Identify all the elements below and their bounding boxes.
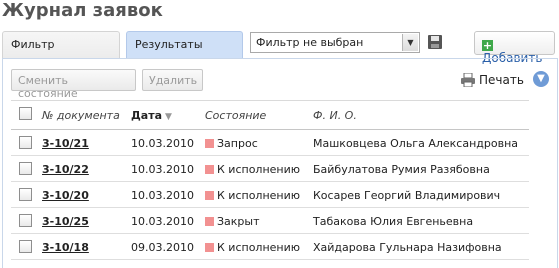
- date-cell: 09.03.2010: [131, 241, 194, 254]
- table-row: 3-10/20 10.03.2010 К исполнению Косарев …: [11, 182, 529, 208]
- filter-select-value: Фильтр не выбран: [256, 36, 364, 49]
- date-cell: 10.03.2010: [131, 163, 194, 176]
- status-square-icon: [205, 165, 214, 174]
- row-checkbox[interactable]: [19, 162, 32, 175]
- column-header-date[interactable]: Дата ▼: [131, 109, 172, 122]
- chevron-down-icon[interactable]: ▼: [402, 34, 418, 51]
- table-row: 3-10/22 10.03.2010 К исполнению Байбулат…: [11, 156, 529, 182]
- date-cell: 10.03.2010: [131, 189, 194, 202]
- print-button[interactable]: Печать: [460, 72, 524, 88]
- row-checkbox[interactable]: [19, 214, 32, 227]
- status-square-icon: [205, 243, 214, 252]
- state-label: Закрыт: [217, 215, 260, 228]
- column-header-doc[interactable]: № документа: [42, 109, 120, 122]
- status-square-icon: [205, 217, 214, 226]
- state-label: К исполнению: [217, 241, 301, 254]
- row-checkbox[interactable]: [19, 240, 32, 253]
- state-label: Запрос: [217, 137, 258, 150]
- select-all-checkbox[interactable]: [19, 107, 32, 120]
- state-cell: К исполнению: [205, 189, 300, 202]
- fio-cell: Байбулатова Румия Разябовна: [313, 163, 490, 176]
- change-state-button[interactable]: Сменить состояние: [11, 69, 136, 100]
- fio-cell: Машковцева Ольга Александровна: [313, 137, 518, 150]
- tab-results[interactable]: Результаты: [126, 31, 243, 58]
- state-cell: Закрыт: [205, 215, 260, 228]
- state-label: К исполнению: [217, 189, 301, 202]
- sort-desc-icon: ▼: [165, 112, 172, 122]
- table-row: 3-10/21 10.03.2010 Запрос Машковцева Оль…: [11, 130, 529, 156]
- document-link[interactable]: 3-10/22: [42, 163, 89, 176]
- fio-cell: Хайдарова Гульнара Назифовна: [313, 241, 502, 254]
- row-checkbox[interactable]: [19, 136, 32, 149]
- page-title: Журнал заявок: [2, 0, 163, 21]
- plus-icon: +: [482, 39, 493, 52]
- row-checkbox[interactable]: [19, 188, 32, 201]
- filter-select[interactable]: Фильтр не выбран ▼: [250, 32, 420, 53]
- document-link[interactable]: 3-10/25: [42, 215, 89, 228]
- print-label: Печать: [479, 73, 524, 87]
- floppy-disk-icon[interactable]: [427, 34, 443, 50]
- column-header-state[interactable]: Состояние: [205, 109, 266, 122]
- table-row: 3-10/18 09.03.2010 К исполнению Хайдаров…: [11, 234, 529, 260]
- results-table: № документа Дата ▼ Состояние Ф. И. О. 3-1…: [11, 100, 529, 260]
- state-cell: К исполнению: [205, 241, 300, 254]
- column-header-date-label: Дата: [131, 109, 163, 122]
- tab-filter[interactable]: Фильтр: [2, 31, 120, 58]
- add-button[interactable]: +Добавить: [474, 31, 555, 65]
- state-label: К исполнению: [217, 163, 301, 176]
- document-link[interactable]: 3-10/18: [42, 241, 89, 254]
- fio-cell: Табакова Юлия Евгеньевна: [313, 215, 474, 228]
- date-cell: 10.03.2010: [131, 215, 194, 228]
- date-cell: 10.03.2010: [131, 137, 194, 150]
- state-cell: К исполнению: [205, 163, 300, 176]
- info-icon[interactable]: ▼: [533, 71, 549, 87]
- document-link[interactable]: 3-10/20: [42, 189, 89, 202]
- table-row: 3-10/25 10.03.2010 Закрыт Табакова Юлия …: [11, 208, 529, 234]
- printer-icon: [461, 72, 475, 88]
- column-header-fio[interactable]: Ф. И. О.: [313, 109, 357, 122]
- table-header-row: № документа Дата ▼ Состояние Ф. И. О.: [11, 101, 529, 130]
- status-square-icon: [205, 139, 214, 148]
- state-cell: Запрос: [205, 137, 258, 150]
- fio-cell: Косарев Георгий Владимирович: [313, 189, 501, 202]
- document-link[interactable]: 3-10/21: [42, 137, 89, 150]
- status-square-icon: [205, 191, 214, 200]
- delete-button[interactable]: Удалить: [142, 69, 203, 91]
